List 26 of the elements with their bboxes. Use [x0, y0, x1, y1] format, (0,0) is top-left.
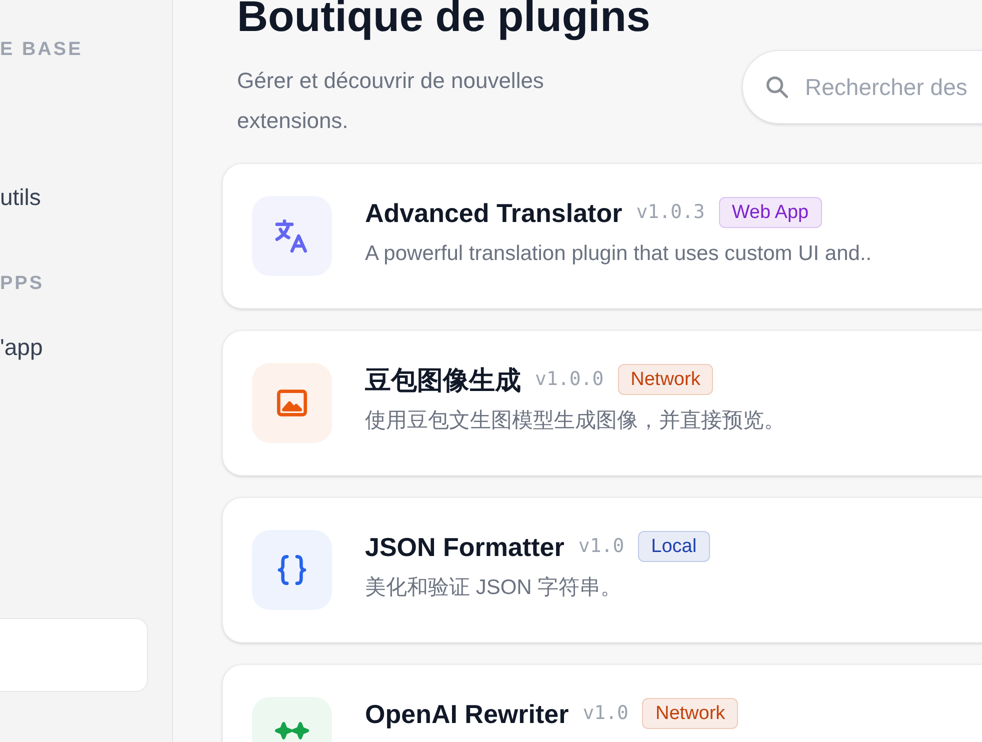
- plugin-tag: Local: [638, 531, 710, 562]
- plugin-description: A powerful translation plugin that uses custom UI and..: [365, 241, 872, 267]
- plugin-name: 豆包图像生成: [365, 366, 521, 392]
- plugin-tag: Network: [618, 364, 714, 395]
- page-subtitle: Gérer et découvrir de nouvelles extensions.: [237, 67, 545, 135]
- plugin-card[interactable]: OpenAI Rewriter v1.0 Network: [222, 664, 982, 742]
- plugin-tag: Network: [642, 698, 738, 729]
- plugin-name: OpenAI Rewriter: [365, 700, 569, 726]
- sidebar-item[interactable]: utils: [0, 180, 41, 214]
- plugin-card[interactable]: Advanced Translator v1.0.3 Web App A powerful translation plugin that uses custom UI and..: [222, 163, 982, 309]
- plugin-version: v1.0: [582, 701, 628, 726]
- plugin-version: v1.0: [578, 534, 624, 560]
- plugin-card[interactable]: JSON Formatter v1.0 Local 美化和验证 JSON 字符串。: [222, 497, 982, 643]
- search-icon: [764, 74, 790, 100]
- plugin-tag: Web App: [718, 197, 822, 228]
- section-heading: E BASE: [0, 38, 83, 62]
- plugin-version: v1.0.3: [636, 200, 705, 226]
- search-field[interactable]: Rechercher des: [742, 50, 982, 124]
- plugin-version: v1.0.0: [535, 367, 604, 392]
- plugin-description: 美化和验证 JSON 字符串。: [365, 575, 623, 601]
- section-heading: PPS: [0, 272, 44, 296]
- sidebar-item[interactable]: 'app: [0, 330, 43, 364]
- plugin-name: Advanced Translator: [365, 200, 622, 226]
- plugin-description: 使用豆包文生图模型生成图像，并直接预览。: [365, 408, 785, 434]
- plugin-name: JSON Formatter: [365, 534, 564, 560]
- plugin-card[interactable]: 豆包图像生成 v1.0.0 Network 使用豆包文生图模型生成图像，并直接预览。: [222, 330, 982, 476]
